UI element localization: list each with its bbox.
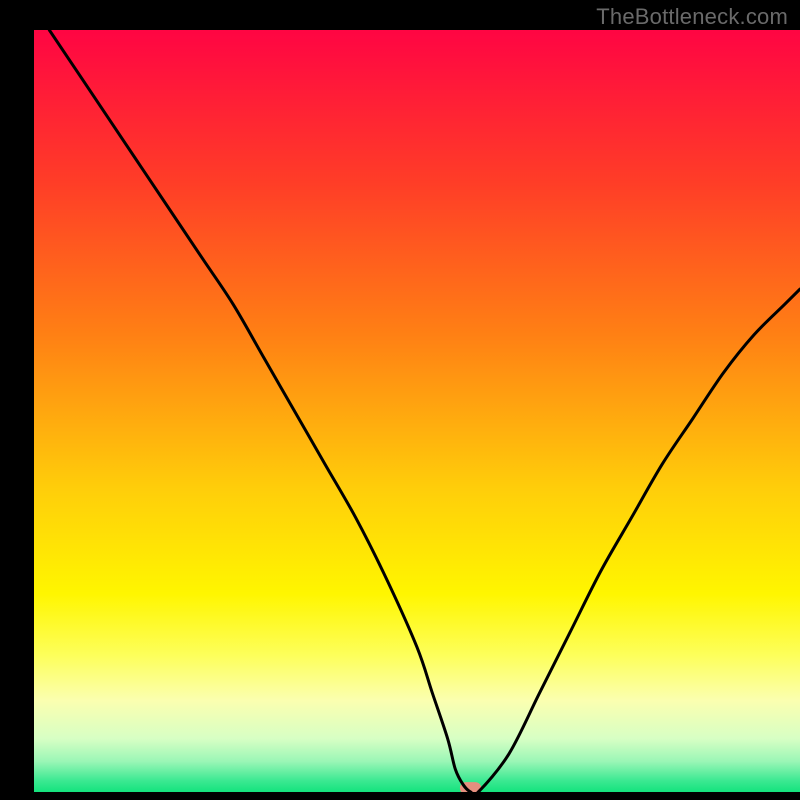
- chart-container: TheBottleneck.com: [0, 0, 800, 800]
- chart-svg: [0, 0, 800, 800]
- watermark-label: TheBottleneck.com: [596, 4, 788, 30]
- gradient-background: [34, 30, 800, 792]
